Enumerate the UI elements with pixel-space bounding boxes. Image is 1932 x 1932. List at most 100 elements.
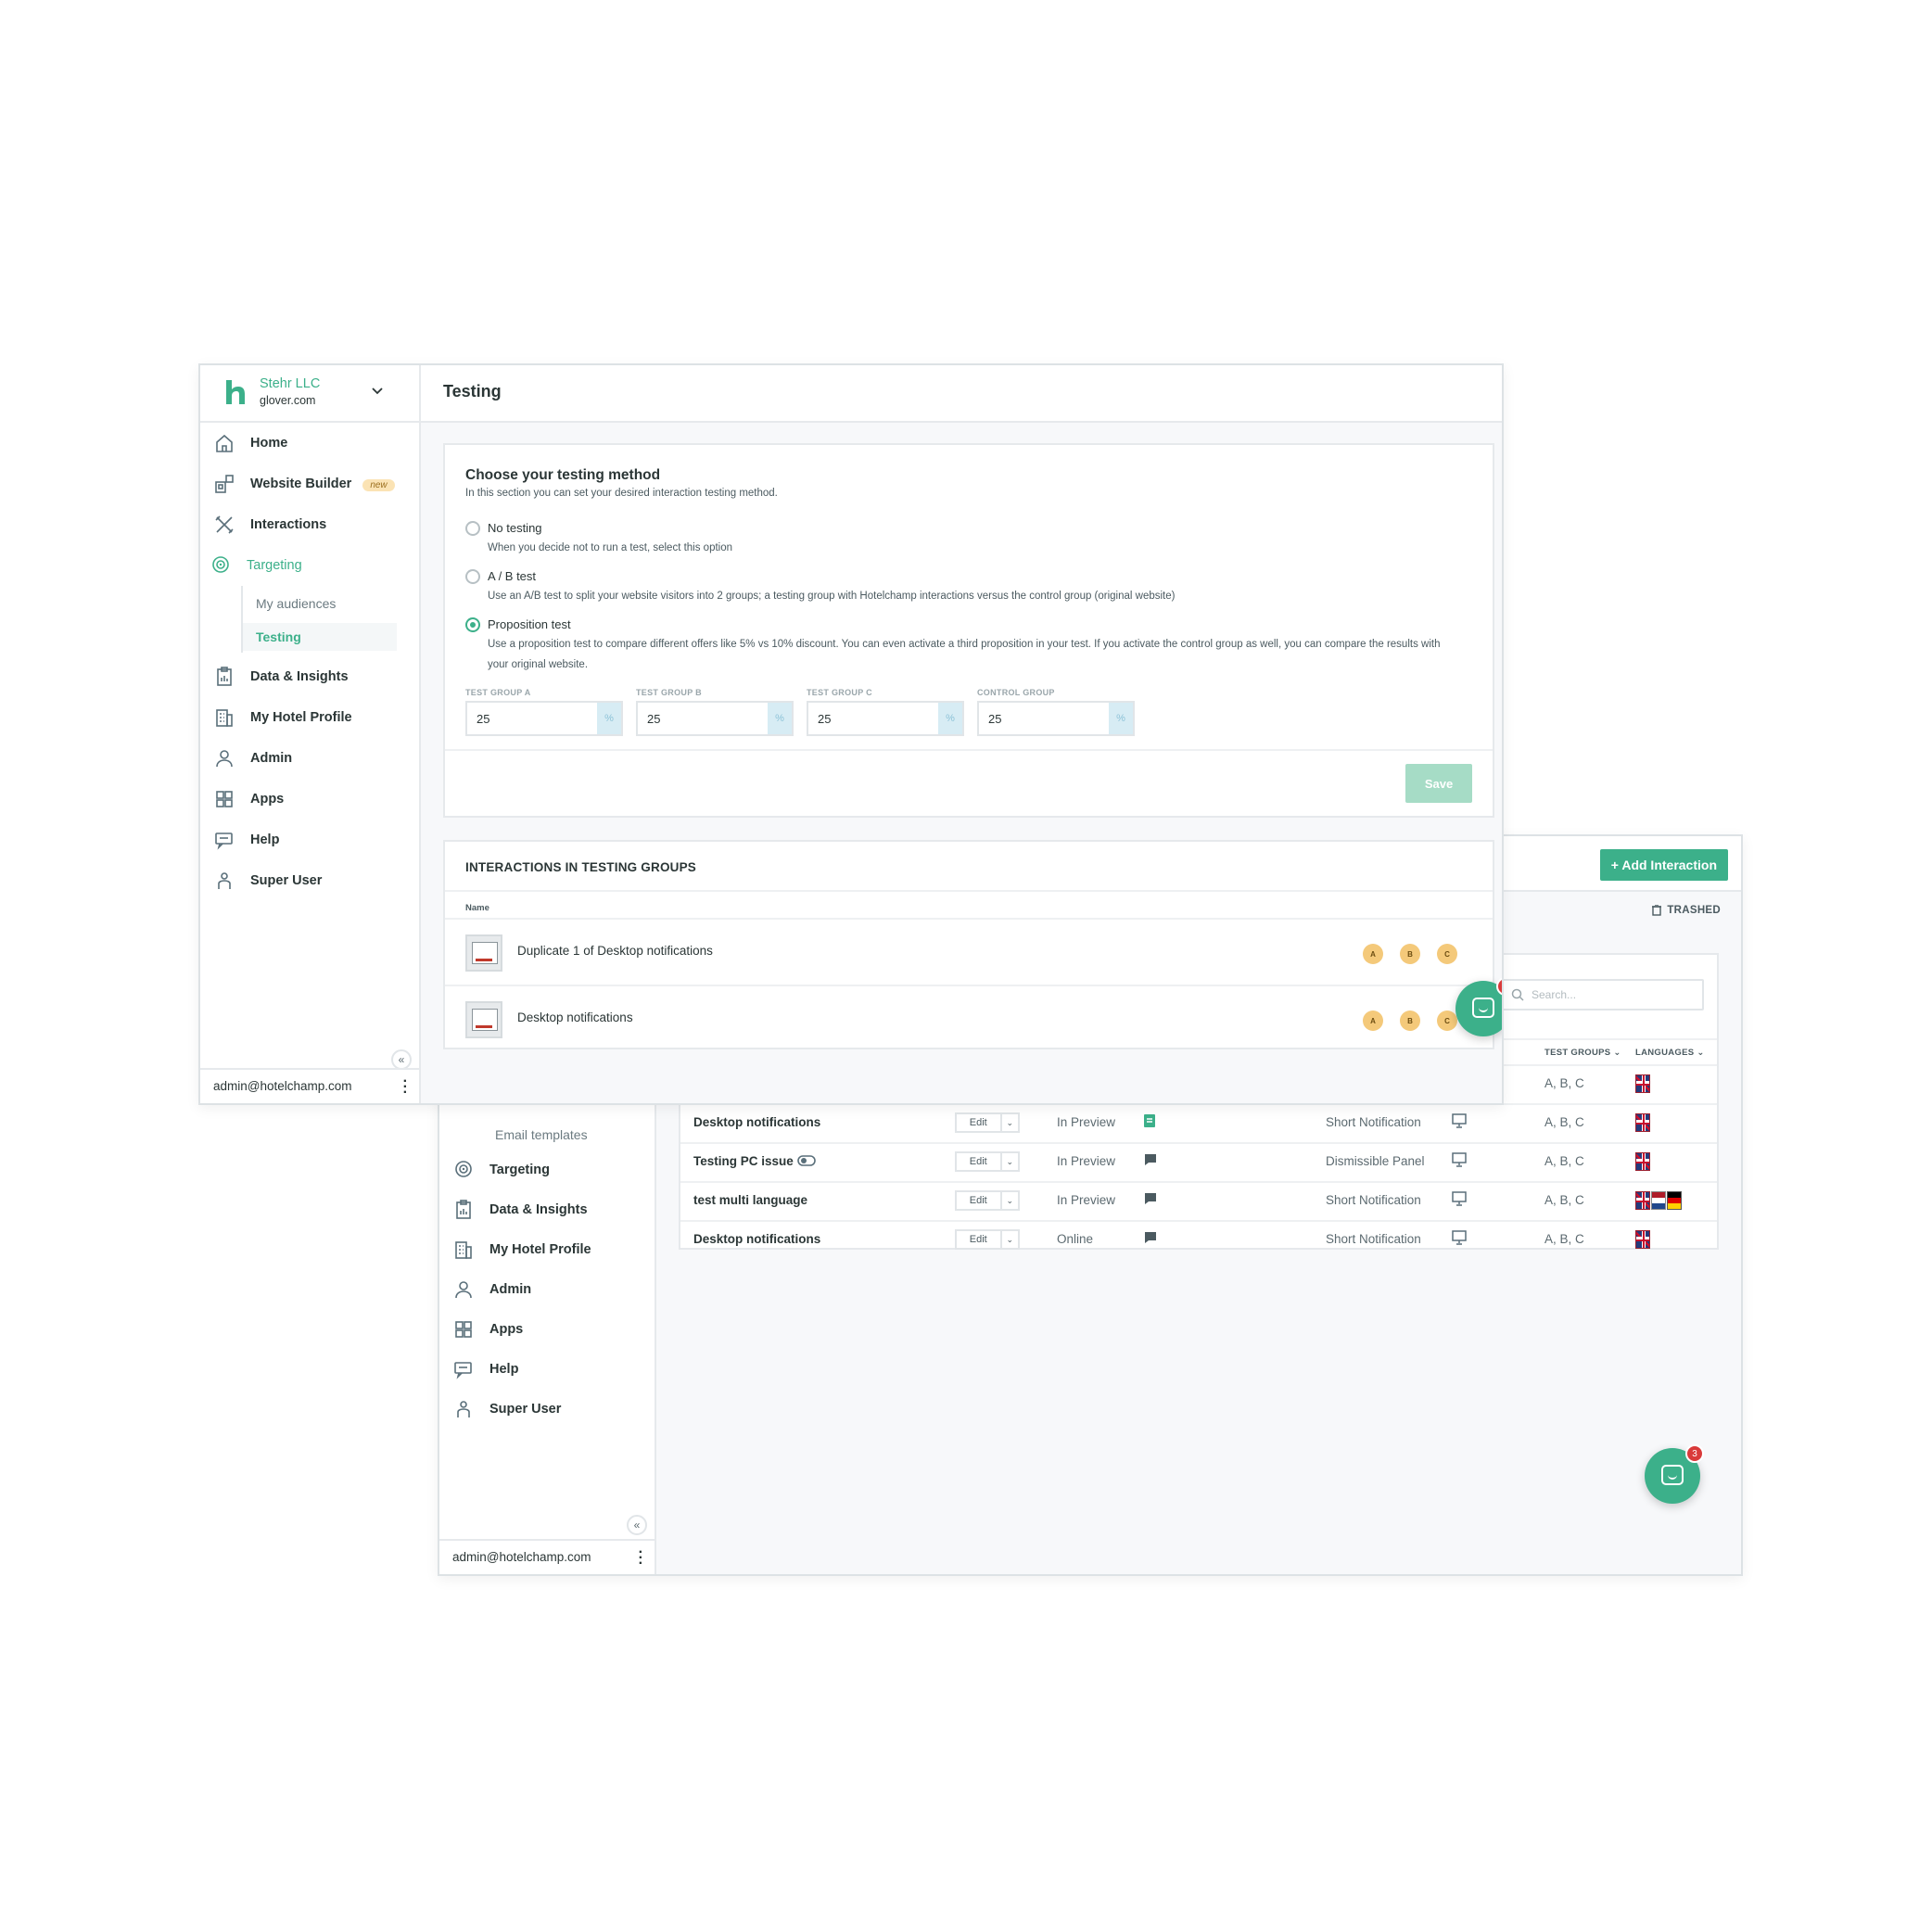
sidebar-subitem-testing[interactable]: Testing bbox=[243, 623, 397, 651]
sidebar-item-admin[interactable]: Admin bbox=[200, 738, 419, 779]
back-sidebar-item-targeting[interactable]: Targeting bbox=[439, 1151, 655, 1188]
sidebar-item-help[interactable]: Help bbox=[200, 820, 419, 860]
edit-button[interactable]: Edit ⌄ bbox=[955, 1151, 1020, 1172]
row-languages bbox=[1635, 1113, 1650, 1132]
option-description: When you decide not to run a test, selec… bbox=[488, 542, 733, 553]
chevron-down-icon[interactable] bbox=[371, 384, 384, 400]
save-button[interactable]: Save bbox=[1405, 764, 1472, 803]
back-sidebar-item-admin[interactable]: Admin bbox=[439, 1271, 655, 1308]
group-chip-c: C bbox=[1437, 1010, 1457, 1031]
test-group-a-input[interactable]: 25% bbox=[465, 701, 623, 736]
super-user-icon bbox=[213, 870, 235, 892]
group-chip-a: A bbox=[1363, 1010, 1383, 1031]
sidebar-item-my-hotel-profile[interactable]: My Hotel Profile bbox=[200, 697, 419, 738]
nav-label: Interactions bbox=[250, 517, 327, 532]
trashed-link[interactable]: TRASHED bbox=[1652, 905, 1721, 916]
list-item[interactable]: Desktop notifications A B C bbox=[445, 986, 1493, 1051]
grid-icon bbox=[452, 1318, 475, 1341]
sidebar-item-super-user[interactable]: Super User bbox=[200, 860, 419, 901]
row-name[interactable]: test multi language bbox=[693, 1193, 807, 1207]
control-group-input[interactable]: 25% bbox=[977, 701, 1135, 736]
sidebar-subitem-my-audiences[interactable]: My audiences bbox=[243, 590, 397, 617]
back-sidebar-item-super-user[interactable]: Super User bbox=[439, 1391, 655, 1428]
de-flag-icon bbox=[1667, 1191, 1682, 1210]
grid-icon bbox=[213, 788, 235, 810]
trashed-label: TRASHED bbox=[1667, 905, 1721, 916]
account-switcher[interactable]: Stehr LLC glover.com bbox=[200, 365, 419, 423]
option-label: Proposition test bbox=[488, 617, 571, 631]
website-builder-icon bbox=[213, 473, 235, 495]
table-row[interactable]: Testing PC issue Edit ⌄ In Preview Dismis… bbox=[680, 1144, 1717, 1181]
building-icon bbox=[452, 1239, 475, 1261]
option-description: Use an A/B test to split your website vi… bbox=[488, 591, 1176, 602]
list-item[interactable]: Duplicate 1 of Desktop notifications A B… bbox=[445, 920, 1493, 985]
trash-icon bbox=[1652, 905, 1662, 916]
testing-method-card: Choose your testing method In this secti… bbox=[443, 443, 1494, 818]
message-icon bbox=[1144, 1192, 1157, 1208]
row-languages bbox=[1635, 1230, 1650, 1249]
group-chip-a: A bbox=[1363, 944, 1383, 964]
column-header-languages[interactable]: LANGUAGES ⌄ bbox=[1635, 1048, 1705, 1058]
sidebar-item-data-insights[interactable]: Data & Insights bbox=[200, 656, 419, 697]
table-row[interactable]: Desktop notifications Edit ⌄ Online Short… bbox=[680, 1222, 1717, 1259]
sidebar-item-website-builder[interactable]: Website Builder new bbox=[200, 464, 419, 504]
interaction-name: Desktop notifications bbox=[517, 1010, 633, 1024]
collapse-sidebar-button[interactable]: « bbox=[391, 1049, 412, 1070]
sidebar-item-interactions[interactable]: Interactions bbox=[200, 504, 419, 545]
search-icon bbox=[1511, 988, 1524, 1001]
search-input[interactable]: Search... bbox=[1502, 979, 1704, 1010]
test-group-b-input[interactable]: 25% bbox=[636, 701, 794, 736]
edit-button[interactable]: Edit ⌄ bbox=[955, 1112, 1020, 1133]
back-sidebar-item-help[interactable]: Help bbox=[439, 1351, 655, 1388]
column-header-test-groups[interactable]: TEST GROUPS ⌄ bbox=[1544, 1048, 1621, 1058]
sidebar-footer: admin@hotelchamp.com · · · bbox=[200, 1068, 419, 1103]
chat-launcher-button[interactable]: 3 bbox=[1645, 1444, 1704, 1504]
collapse-sidebar-button[interactable]: « bbox=[627, 1515, 647, 1535]
group-label: TEST GROUP C bbox=[807, 688, 872, 697]
testing-window: Stehr LLC glover.com Home Website Builde… bbox=[198, 363, 1504, 1105]
new-badge: new bbox=[362, 479, 395, 491]
nav-label: Data & Insights bbox=[489, 1202, 588, 1217]
interaction-thumbnail bbox=[465, 1001, 502, 1038]
target-icon bbox=[210, 554, 232, 577]
nav-label: Apps bbox=[489, 1322, 524, 1337]
row-test-groups: A, B, C bbox=[1544, 1076, 1584, 1090]
super-user-icon bbox=[452, 1398, 475, 1420]
test-group-c-input[interactable]: 25% bbox=[807, 701, 964, 736]
row-test-groups: A, B, C bbox=[1544, 1115, 1584, 1129]
control-group: CONTROL GROUP 25% bbox=[977, 688, 1135, 736]
row-name[interactable]: Desktop notifications bbox=[693, 1232, 820, 1246]
edit-button[interactable]: Edit ⌄ bbox=[955, 1190, 1020, 1211]
percent-addon: % bbox=[597, 703, 621, 734]
chat-launcher-button[interactable]: 3 bbox=[1455, 977, 1502, 1036]
sidebar-item-email-templates[interactable]: Email templates bbox=[495, 1127, 588, 1142]
company-name: Stehr LLC bbox=[260, 376, 321, 391]
sidebar-item-targeting[interactable]: Targeting bbox=[200, 545, 419, 586]
sidebar-item-home[interactable]: Home bbox=[200, 423, 419, 464]
radio-proposition-test[interactable] bbox=[465, 617, 480, 632]
percent-addon: % bbox=[768, 703, 792, 734]
add-interaction-button[interactable]: + Add Interaction bbox=[1599, 849, 1728, 881]
more-options-icon[interactable]: · · · bbox=[639, 1545, 643, 1571]
back-sidebar-item-my-hotel-profile[interactable]: My Hotel Profile bbox=[439, 1231, 655, 1268]
sidebar-item-apps[interactable]: Apps bbox=[200, 779, 419, 820]
row-languages bbox=[1635, 1191, 1682, 1210]
row-name[interactable]: Testing PC issue bbox=[693, 1154, 816, 1168]
sidebar-footer: admin@hotelchamp.com · · · bbox=[439, 1539, 655, 1574]
row-name[interactable]: Desktop notifications bbox=[693, 1115, 820, 1129]
row-status: Online bbox=[1057, 1232, 1094, 1246]
clipboard-chart-icon bbox=[213, 666, 235, 688]
group-chip-c: C bbox=[1437, 944, 1457, 964]
more-options-icon[interactable]: · · · bbox=[403, 1074, 408, 1100]
back-sidebar-item-apps[interactable]: Apps bbox=[439, 1311, 655, 1348]
radio-no-testing[interactable] bbox=[465, 521, 480, 536]
radio-ab-test[interactable] bbox=[465, 569, 480, 584]
table-row[interactable]: test multi language Edit ⌄ In Preview Sho… bbox=[680, 1183, 1717, 1220]
test-group-a: TEST GROUP A 25% bbox=[465, 688, 623, 736]
nav-label: Website Builder new bbox=[250, 477, 395, 491]
table-row[interactable]: Desktop notifications Edit ⌄ In Preview S… bbox=[680, 1105, 1717, 1142]
search-placeholder: Search... bbox=[1532, 988, 1577, 1001]
edit-button[interactable]: Edit ⌄ bbox=[955, 1229, 1020, 1250]
desktop-icon bbox=[1452, 1191, 1467, 1209]
back-sidebar-item-data-insights[interactable]: Data & Insights bbox=[439, 1191, 655, 1228]
